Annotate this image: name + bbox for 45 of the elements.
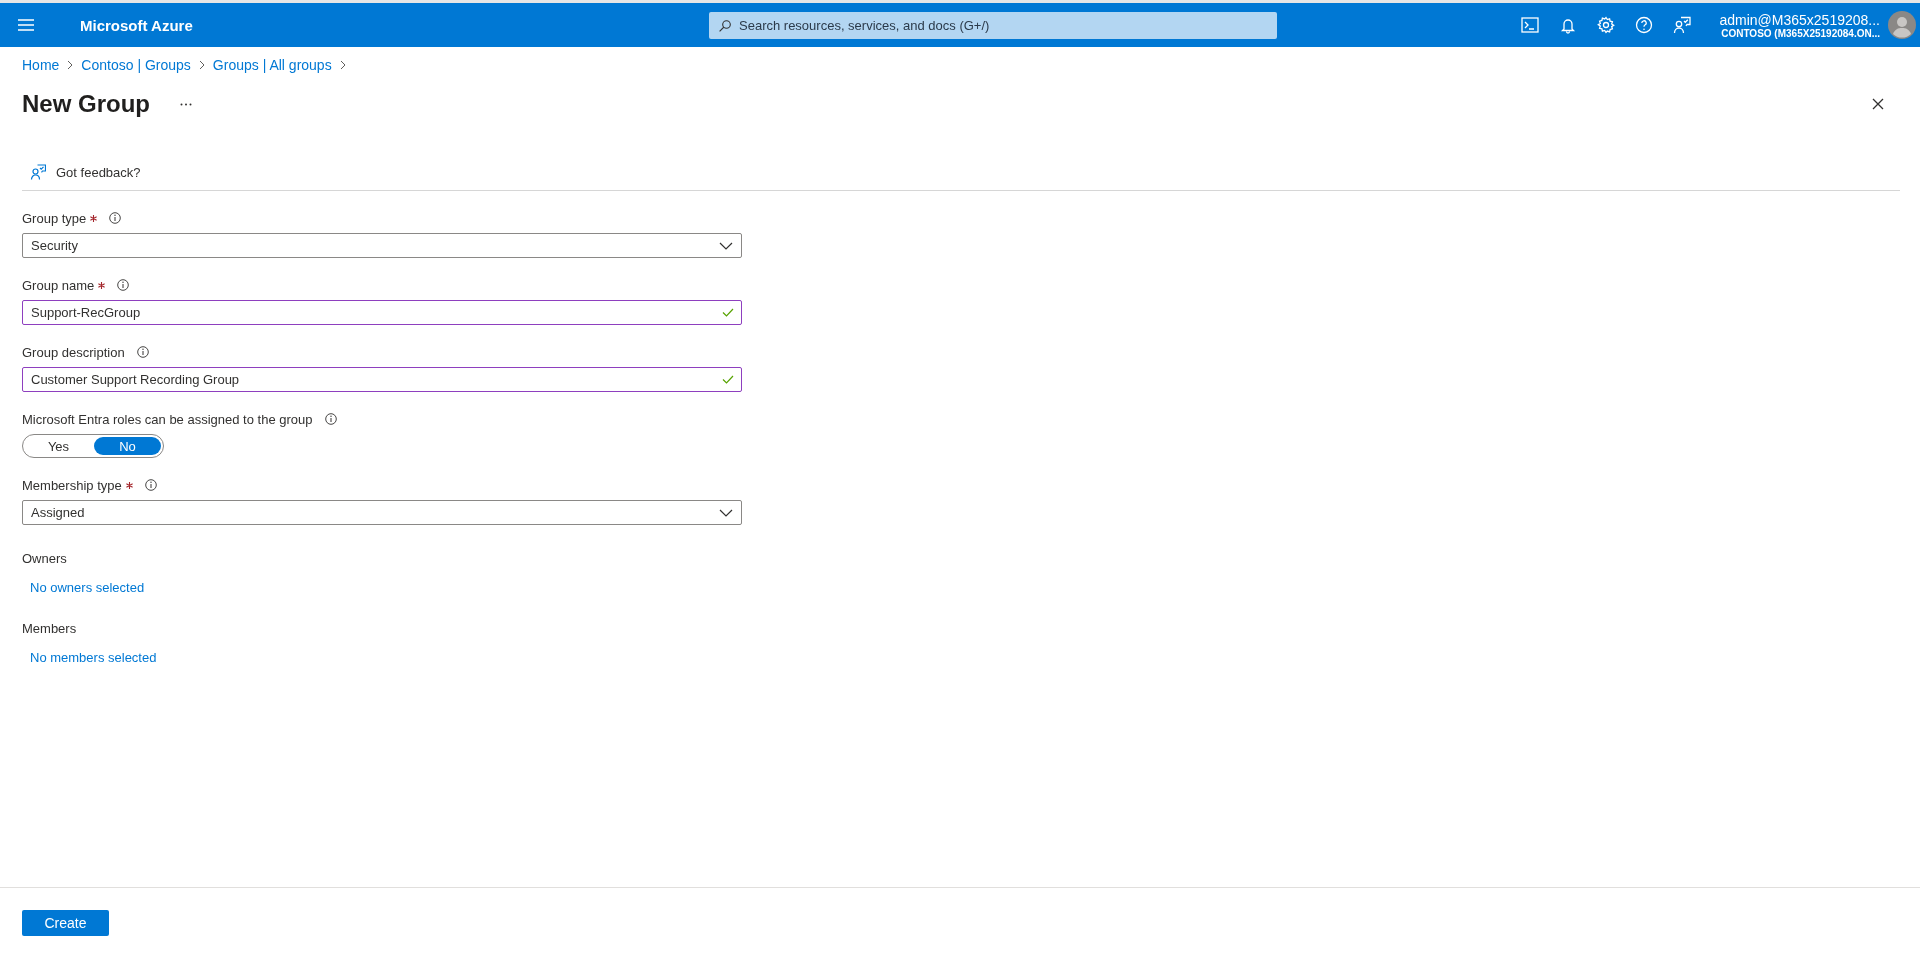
chevron-down-icon (719, 241, 733, 250)
chevron-down-icon (719, 508, 733, 517)
toggle-option[interactable]: No (94, 437, 161, 455)
create-button[interactable]: Create (22, 910, 109, 936)
section-label: Members (22, 621, 78, 636)
chevron-right-icon (198, 60, 205, 70)
tenant-name: CONTOSO (M365X25192084.ON... (1721, 27, 1880, 39)
account-name[interactable]: admin@M365x2519208... (1719, 11, 1880, 28)
select-link[interactable]: No owners selected (30, 580, 145, 595)
search-icon (719, 19, 731, 32)
more-icon[interactable] (180, 102, 192, 106)
dropdown[interactable]: Security (22, 233, 742, 258)
settings-icon[interactable] (1597, 16, 1616, 34)
page-title: New Group (22, 90, 150, 118)
feedback-link[interactable]: Got feedback? (56, 164, 141, 180)
field-label: Membership type (22, 477, 122, 493)
section-label: Owners (22, 551, 68, 566)
terminal-icon[interactable] (1521, 16, 1540, 34)
text-field[interactable]: Customer Support Recording Group (22, 367, 742, 392)
help-icon[interactable] (1635, 16, 1654, 34)
select-link[interactable]: No members selected (30, 650, 157, 665)
dropdown[interactable]: Assigned (22, 500, 742, 525)
toggle-option[interactable]: Yes (25, 437, 92, 455)
feedback-icon[interactable] (1673, 16, 1692, 34)
field-label: Group name (22, 277, 95, 293)
chevron-right-icon (67, 60, 74, 70)
breadcrumb-link[interactable]: Contoso | Groups (81, 57, 191, 73)
feedback-icon (30, 164, 46, 180)
search-field[interactable]: Search resources, services, and docs (G+/) (709, 11, 1277, 39)
text-field[interactable]: Support-RecGroup (22, 300, 742, 325)
field-label: Group description (22, 344, 125, 360)
portal-brand[interactable]: Microsoft Azure (80, 16, 680, 34)
info-icon (109, 212, 122, 224)
close-icon[interactable] (1872, 98, 1884, 110)
info-icon (144, 479, 157, 491)
info-icon (324, 413, 337, 425)
chevron-right-icon (339, 60, 346, 70)
avatar-icon[interactable] (1888, 11, 1916, 39)
field-label: Microsoft Entra roles can be assigned to the group (22, 411, 313, 427)
breadcrumb-link[interactable]: Home (22, 57, 60, 73)
menu-icon[interactable] (18, 19, 34, 31)
breadcrumb-link[interactable]: Groups | All groups (212, 57, 332, 73)
info-icon (117, 279, 130, 291)
field-label: Group type (22, 210, 87, 226)
info-icon (136, 346, 149, 358)
